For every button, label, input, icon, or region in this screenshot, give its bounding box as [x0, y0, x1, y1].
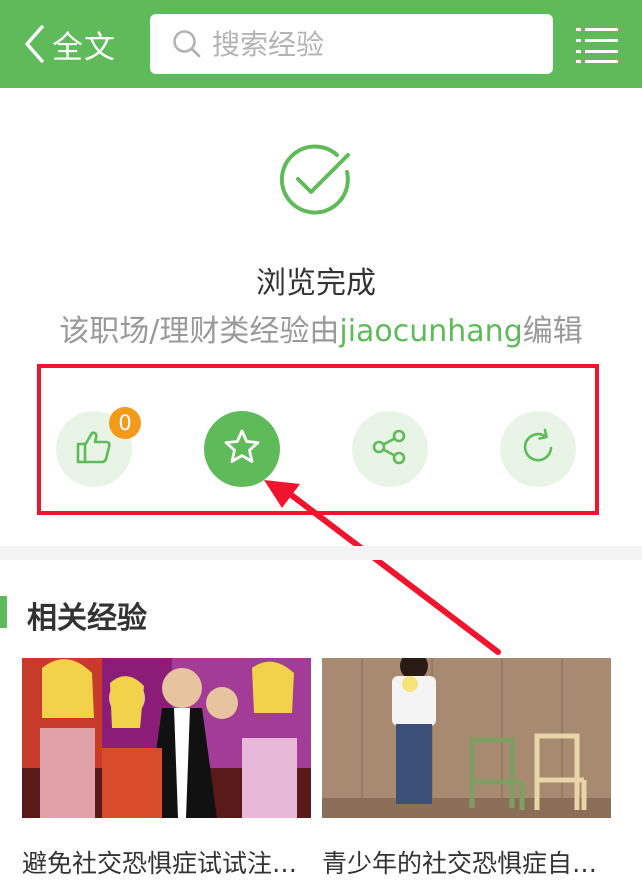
check-circle-icon	[277, 142, 353, 222]
chevron-left-icon	[22, 24, 46, 64]
thumbs-up-icon	[74, 427, 114, 471]
refresh-button[interactable]	[500, 411, 576, 487]
finish-title: 浏览完成	[256, 266, 376, 301]
section-divider	[0, 546, 642, 560]
subtitle-suffix: 编辑	[522, 314, 583, 349]
finish-subtitle: 该职场/理财类经验由jiaocunhang编辑	[0, 306, 642, 350]
favorite-button[interactable]	[204, 411, 280, 487]
back-button[interactable]: 全文	[22, 22, 116, 66]
related-item-title[interactable]: 避免社交恐惧症试试注意…	[22, 844, 311, 880]
related-card[interactable]: 青少年的社交恐惧症自己…	[322, 658, 611, 878]
star-icon	[222, 427, 262, 471]
related-heading: 相关经验	[27, 601, 147, 636]
share-icon	[370, 427, 410, 471]
section-accent-bar	[0, 596, 7, 628]
search-box[interactable]	[150, 14, 553, 74]
search-icon	[172, 29, 202, 59]
related-card[interactable]: 避免社交恐惧症试试注意…	[22, 658, 311, 878]
top-bar: 全文	[0, 0, 642, 88]
girl-with-chairs-photo	[322, 658, 611, 818]
refresh-icon	[518, 427, 558, 471]
author-link[interactable]: jiaocunhang	[339, 314, 522, 349]
search-input[interactable]	[212, 27, 542, 61]
related-item-title[interactable]: 青少年的社交恐惧症自己…	[322, 844, 611, 880]
subtitle-prefix: 该职场/理财类经验由	[59, 314, 340, 349]
share-button[interactable]	[352, 411, 428, 487]
menu-button[interactable]	[576, 27, 618, 63]
menu-icon	[576, 28, 618, 67]
like-count-badge: 0	[109, 407, 141, 439]
party-people-illustration	[22, 658, 311, 818]
back-label: 全文	[52, 29, 116, 66]
